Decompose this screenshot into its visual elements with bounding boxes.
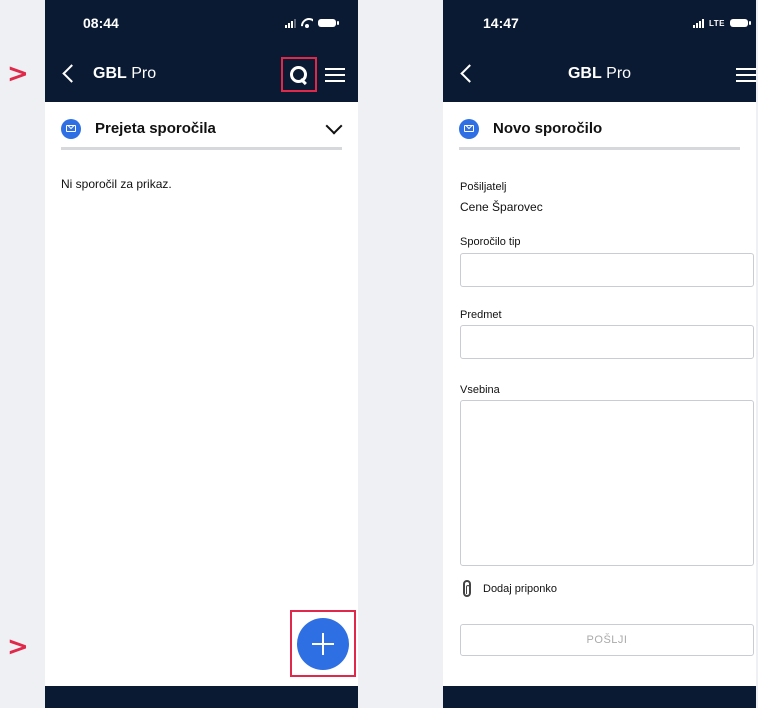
status-icons: LTE <box>692 18 751 28</box>
content-label: Vsebina <box>460 384 500 396</box>
inbox-screen: 08:44 GBL Pro Prejeta sporočila Ni sporo… <box>45 0 358 708</box>
signal-icon <box>692 18 704 28</box>
network-label: LTE <box>708 18 725 28</box>
app-title-bold: GBL <box>567 65 602 82</box>
fab[interactable] <box>297 617 349 670</box>
status-icons <box>285 18 339 28</box>
pointer-marker-add: > <box>7 632 29 662</box>
menu-icon[interactable] <box>736 68 756 82</box>
content-textarea[interactable] <box>460 400 754 566</box>
status-time: 14:47 <box>483 15 519 31</box>
back-icon[interactable] <box>61 63 75 85</box>
section-title: Prejeta sporočila <box>95 120 216 137</box>
app-title: GBL Pro <box>443 65 756 83</box>
mail-icon <box>61 118 81 139</box>
app-title: GBL Pro <box>93 65 156 83</box>
new-message-screen: 14:47 LTE GBL Pro Novo sporočilo Pošilja… <box>443 0 756 708</box>
add-attachment-button[interactable]: Dodaj priponko <box>463 580 557 597</box>
app-title-bold: GBL <box>93 65 127 82</box>
section-title: Novo sporočilo <box>493 120 603 137</box>
nav-bar: GBL Pro <box>443 46 756 102</box>
type-label: Sporočilo tip <box>460 236 521 248</box>
battery-icon <box>730 19 751 27</box>
bottom-bar <box>45 686 358 708</box>
add-message-button[interactable] <box>290 610 356 677</box>
subject-label: Predmet <box>460 309 502 321</box>
sender-value: Cene Šparovec <box>460 200 543 214</box>
search-icon <box>290 65 308 84</box>
bottom-bar <box>443 686 756 708</box>
status-bar: 14:47 LTE <box>443 0 756 46</box>
app-title-rest: Pro <box>601 65 632 82</box>
type-input[interactable] <box>460 253 754 287</box>
app-title-rest: Pro <box>126 65 157 82</box>
pointer-marker-search: > <box>7 59 29 89</box>
attach-label: Dodaj priponko <box>483 582 557 595</box>
status-time: 08:44 <box>83 15 119 31</box>
battery-icon <box>318 19 339 27</box>
nav-bar: GBL Pro <box>45 46 358 102</box>
signal-icon <box>285 18 296 28</box>
menu-icon[interactable] <box>325 68 345 82</box>
search-button[interactable] <box>281 57 317 92</box>
send-button[interactable]: POŠLJI <box>460 624 754 656</box>
chevron-down-icon[interactable] <box>325 117 343 135</box>
sender-label: Pošiljatelj <box>460 181 507 193</box>
empty-message: Ni sporočil za prikaz. <box>61 177 172 191</box>
subject-input[interactable] <box>460 325 754 359</box>
wifi-icon <box>301 18 313 28</box>
paperclip-icon <box>463 580 471 597</box>
mail-icon <box>459 118 479 139</box>
plus-icon <box>312 632 334 655</box>
stage: > > 08:44 GBL Pro Prejeta sporočila Ni s… <box>0 0 758 708</box>
inbox-header[interactable]: Prejeta sporočila <box>61 110 343 150</box>
status-bar: 08:44 <box>45 0 358 46</box>
new-message-header: Novo sporočilo <box>459 110 740 150</box>
